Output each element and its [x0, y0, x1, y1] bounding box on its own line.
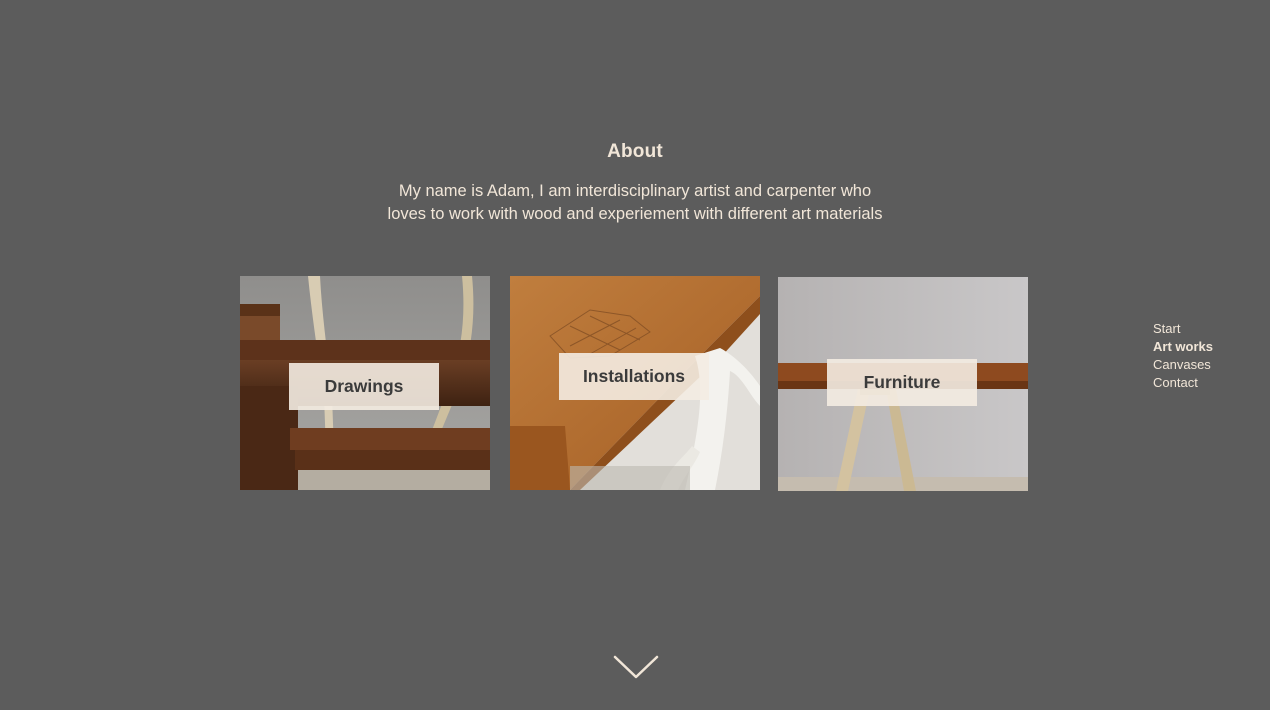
gallery-card-installations[interactable]: Installations	[510, 276, 760, 490]
about-text-line-2: loves to work with wood and experiement …	[387, 205, 883, 223]
nav-item-start[interactable]: Start	[1153, 320, 1213, 338]
card-label-furniture: Furniture	[827, 359, 977, 406]
nav-item-canvases[interactable]: Canvases	[1153, 356, 1213, 374]
side-nav: Start Art works Canvases Contact	[1153, 320, 1213, 392]
about-text: My name is Adam, I am interdisciplinary …	[335, 180, 935, 226]
nav-item-contact[interactable]: Contact	[1153, 374, 1213, 392]
about-text-line-1: My name is Adam, I am interdisciplinary …	[398, 182, 872, 200]
gallery-card-furniture[interactable]: Furniture	[778, 277, 1028, 491]
card-label-drawings: Drawings	[289, 363, 439, 410]
nav-item-art-works[interactable]: Art works	[1153, 338, 1213, 356]
gallery-card-drawings[interactable]: Drawings	[240, 276, 490, 490]
card-label-installations: Installations	[559, 353, 709, 400]
about-title: About	[607, 141, 663, 162]
chevron-down-icon[interactable]	[613, 654, 659, 680]
